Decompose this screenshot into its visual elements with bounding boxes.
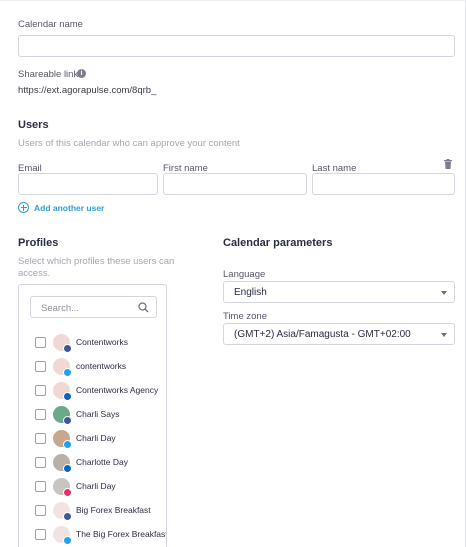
facebook-icon: [63, 344, 72, 353]
facebook-icon: [63, 416, 72, 425]
profile-row[interactable]: Charlotte Day: [19, 453, 166, 473]
trash-icon[interactable]: [444, 159, 452, 169]
calendar-name-label: Calendar name: [18, 19, 83, 30]
language-label: Language: [223, 269, 266, 280]
profiles-list: Search... Contentworks contentworks Conten…: [18, 284, 167, 547]
profile-row[interactable]: Contentworks Agency: [19, 381, 166, 401]
language-value: English: [234, 287, 267, 298]
profile-name: Contentworks: [76, 337, 128, 347]
profile-row[interactable]: Contentworks: [19, 333, 166, 353]
profiles-title: Profiles: [18, 237, 59, 249]
email-field[interactable]: [18, 173, 158, 195]
calendar-settings-panel: Calendar name Shareable link i https://e…: [0, 0, 466, 547]
chevron-down-icon: [441, 291, 447, 295]
add-another-user-link[interactable]: Add another user: [34, 203, 104, 213]
shareable-link-label: Shareable link: [18, 69, 79, 80]
profile-row[interactable]: Charli Day: [19, 429, 166, 449]
profile-checkbox[interactable]: [35, 433, 46, 444]
profile-row[interactable]: The Big Forex Breakfast: [19, 525, 167, 545]
timezone-label: Time zone: [223, 311, 267, 322]
timezone-select[interactable]: (GMT+2) Asia/Famagusta - GMT+02:00: [223, 323, 455, 345]
facebook-icon: [63, 512, 72, 521]
users-title: Users: [18, 119, 49, 131]
chevron-down-icon: [441, 333, 447, 337]
profile-checkbox[interactable]: [35, 505, 46, 516]
profile-name: Big Forex Breakfast: [76, 505, 151, 515]
profiles-subtitle: Select which profiles these users can ac…: [18, 256, 175, 279]
timezone-value: (GMT+2) Asia/Famagusta - GMT+02:00: [234, 329, 411, 340]
twitter-icon: [63, 440, 72, 449]
profile-checkbox[interactable]: [35, 337, 46, 348]
profile-checkbox[interactable]: [35, 529, 46, 540]
language-select[interactable]: English: [223, 281, 455, 303]
profile-row[interactable]: Big Forex Breakfast: [19, 501, 166, 521]
calendar-parameters-title: Calendar parameters: [223, 237, 333, 249]
linkedin-icon: [63, 392, 72, 401]
linkedin-icon: [63, 464, 72, 473]
profile-row[interactable]: Charli Day: [19, 477, 166, 497]
info-icon[interactable]: i: [77, 69, 86, 78]
profile-name: Contentworks Agency: [76, 385, 159, 395]
profile-name: Charlotte Day: [76, 457, 128, 467]
twitter-icon: [63, 368, 72, 377]
instagram-icon: [63, 488, 72, 497]
profile-checkbox[interactable]: [35, 361, 46, 372]
profile-name: Charli Day: [76, 433, 116, 443]
last-name-field[interactable]: [312, 173, 455, 195]
profile-name: contentworks: [76, 361, 127, 371]
add-circle-icon[interactable]: [18, 202, 29, 213]
first-name-field[interactable]: [163, 173, 307, 195]
profile-name: Charli Day: [76, 481, 116, 491]
search-icon: [138, 302, 149, 313]
profile-row[interactable]: Charli Says: [19, 405, 166, 425]
users-subtitle: Users of this calendar who can approve y…: [18, 138, 240, 149]
profile-checkbox[interactable]: [35, 385, 46, 396]
profile-name: The Big Forex Breakfast: [76, 529, 167, 539]
shareable-link-url[interactable]: https://ext.agorapulse.com/8qrb_: [18, 85, 156, 96]
twitter-icon: [63, 536, 72, 545]
profile-row[interactable]: contentworks: [19, 357, 166, 377]
profile-checkbox[interactable]: [35, 481, 46, 492]
profile-checkbox[interactable]: [35, 457, 46, 468]
profile-name: Charli Says: [76, 409, 120, 419]
calendar-name-input[interactable]: [18, 35, 455, 57]
profile-checkbox[interactable]: [35, 409, 46, 420]
